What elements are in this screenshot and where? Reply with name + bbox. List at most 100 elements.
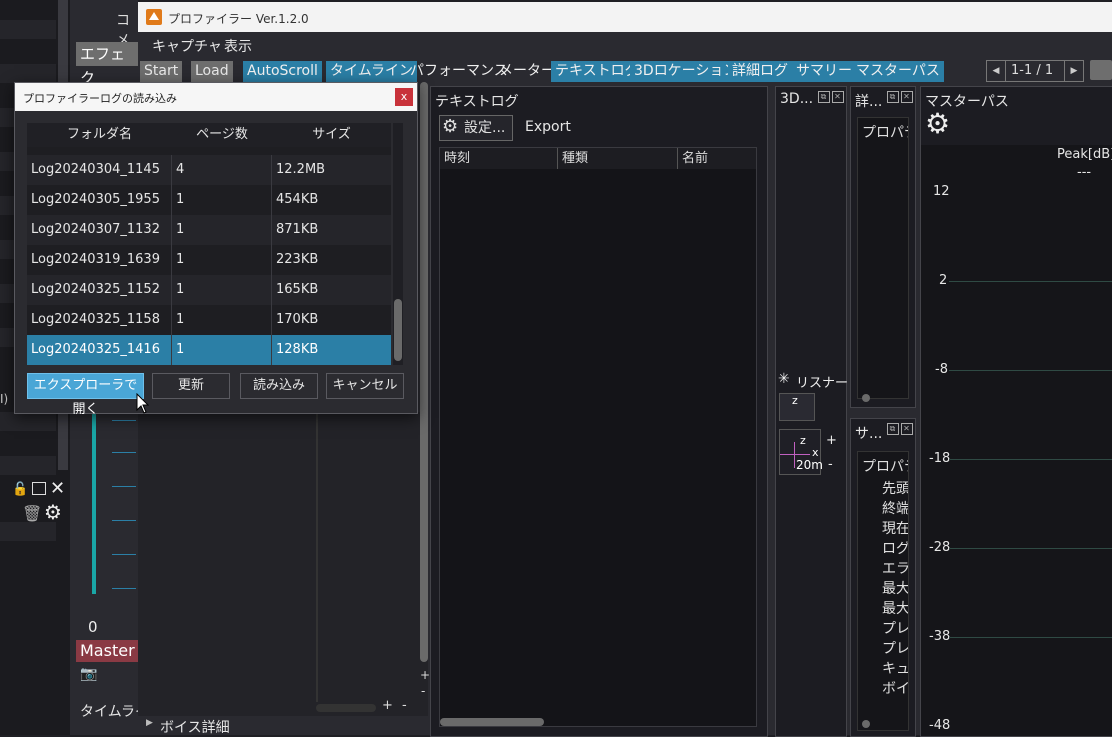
tab-summary[interactable]: サマリー (792, 61, 856, 82)
y-tick: -48 (929, 718, 951, 733)
meter-tick (112, 486, 136, 487)
partial-row (27, 147, 391, 155)
toolbar-extra-button[interactable] (1090, 60, 1112, 80)
scale-label: 20m (796, 458, 823, 472)
load-button[interactable]: 読み込み (240, 373, 318, 399)
tab-load[interactable]: Load (191, 61, 233, 82)
table-row[interactable]: Log20240304_1145 4 12.2MB (27, 155, 391, 185)
summary-hscroll[interactable] (862, 720, 870, 728)
meter-tick (112, 554, 136, 555)
dialog-close-button[interactable]: x (395, 88, 413, 106)
pager-next-icon[interactable]: ▶ (1064, 61, 1083, 81)
window-title: プロファイラー Ver.1.2.0 (168, 12, 309, 26)
panel-buttons[interactable]: ⧉ ✕ (885, 91, 913, 103)
textlog-export-button[interactable]: Export (525, 119, 571, 135)
close-icon[interactable]: ✕ (832, 91, 844, 103)
popout-icon[interactable]: ⧉ (887, 423, 899, 435)
tab-start[interactable]: Start (140, 61, 183, 82)
popout-icon[interactable]: ⧉ (818, 91, 830, 103)
timeline-zoom-out[interactable]: - (402, 698, 407, 713)
summary-row: 最大 (882, 601, 908, 617)
textlog-settings-button[interactable]: ⚙ 設定... (439, 115, 513, 141)
table-row[interactable]: Log20240319_1639 1 223KB (27, 245, 391, 275)
tab-meter[interactable]: メーター (495, 61, 559, 82)
y-tick: 12 (933, 184, 950, 199)
y-tick: -38 (929, 629, 951, 644)
tab-detail-log[interactable]: 詳細ログ (728, 61, 792, 82)
tab-textlog[interactable]: テキストログ (551, 61, 643, 82)
gear-icon[interactable]: ⚙ (925, 107, 950, 140)
panel-buttons[interactable]: ⧉ ✕ (816, 91, 844, 103)
settings-label: 設定... (464, 120, 506, 136)
pager-prev-icon[interactable]: ◀ (987, 61, 1006, 81)
tab-autoscroll[interactable]: AutoScroll (243, 61, 322, 82)
zoom-out-button[interactable]: - (828, 457, 833, 472)
size-cell: 170KB (276, 312, 319, 327)
side-view[interactable]: z x 20m (779, 429, 823, 475)
column-folder[interactable]: フォルダ名 (27, 123, 173, 147)
table-row-selected[interactable]: Log20240325_1416 1 128KB (27, 335, 391, 365)
expand-icon[interactable]: ▶ (146, 718, 153, 728)
meter-bar (92, 410, 96, 594)
textlog-hscroll[interactable] (440, 718, 756, 726)
table-row[interactable]: Log20240325_1152 1 165KB (27, 275, 391, 305)
voice-detail-header[interactable]: ▶ ボイス詳細 (138, 716, 428, 736)
axis-line (794, 442, 795, 468)
close-icon[interactable]: ✕ (901, 91, 913, 103)
table-row[interactable]: Log20240325_1158 1 170KB (27, 305, 391, 335)
tab-timeline[interactable]: タイムライン (326, 61, 418, 82)
panel-buttons[interactable]: ⧉ ✕ (885, 423, 913, 435)
timeline-vscroll[interactable] (420, 82, 428, 662)
top-view[interactable]: z (779, 393, 815, 421)
cancel-button[interactable]: キャンセル (326, 373, 404, 399)
meter-tick (112, 452, 136, 453)
refresh-button[interactable]: 更新 (152, 373, 230, 399)
column-name[interactable]: 名前 (678, 148, 756, 169)
close-icon[interactable]: ✕ (901, 423, 913, 435)
dialog-vscroll[interactable] (393, 123, 403, 365)
gear-icon[interactable]: ⚙ (44, 500, 62, 524)
popout-icon[interactable]: ⧉ (887, 91, 899, 103)
copy-icon[interactable] (32, 482, 46, 495)
menu-view[interactable]: 表示 (224, 36, 252, 56)
size-cell: 165KB (276, 282, 319, 297)
summary-row: ボイ (882, 681, 908, 697)
camera-icon[interactable]: 📷 (80, 666, 97, 682)
detail-property-label: プロパテ (862, 125, 908, 141)
timeline-label[interactable]: タイムライ (76, 700, 138, 724)
vzoom-in[interactable]: + (420, 668, 430, 682)
open-explorer-button[interactable]: エクスプローラで開く (27, 373, 144, 417)
zoom-in-button[interactable]: + (826, 433, 837, 448)
column-type[interactable]: 種類 (558, 148, 678, 169)
size-cell: 12.2MB (276, 162, 326, 177)
voice-detail-label: ボイス詳細 (160, 720, 230, 736)
table-row[interactable]: Log20240307_1132 1 871KB (27, 215, 391, 245)
sun-icon: ✳ (778, 371, 790, 387)
lock-icon[interactable]: 🔓 (12, 482, 28, 497)
close-icon[interactable]: ✕ (50, 478, 65, 499)
tab-3d-location[interactable]: 3Dロケーション (630, 61, 742, 82)
tab-master-path[interactable]: マスターパス (852, 61, 944, 82)
trash-icon[interactable]: 🗑 (22, 504, 42, 523)
column-pages[interactable]: ページ数 (172, 123, 273, 147)
vzoom-out[interactable]: - (421, 684, 425, 698)
mouse-cursor-icon (136, 393, 150, 414)
master-label[interactable]: Master (76, 640, 138, 662)
summary-row: 最大 (882, 581, 908, 597)
master-meter-plot: Peak[dB] --- 12 2 -8 -18 -28 -38 -48 (921, 145, 1112, 736)
table-row[interactable]: Log20240305_1955 1 454KB (27, 185, 391, 215)
dialog-vscroll-thumb[interactable] (394, 299, 402, 361)
column-time[interactable]: 時刻 (440, 148, 558, 169)
pages-cell: 1 (172, 275, 272, 305)
detail-hscroll[interactable] (862, 394, 870, 402)
folder-cell: Log20240319_1639 (27, 245, 172, 275)
textlog-hscroll-thumb[interactable] (440, 718, 544, 726)
column-size[interactable]: サイズ (272, 123, 391, 147)
pages-cell: 1 (172, 305, 272, 335)
summary-row: 現在 (882, 521, 908, 537)
timeline-zoom-in[interactable]: + (382, 698, 393, 713)
y-tick: 2 (939, 273, 948, 288)
effect-label[interactable]: エフェク (76, 42, 138, 87)
menu-capture[interactable]: キャプチャ (152, 36, 222, 56)
timeline-hscroll[interactable] (316, 704, 376, 712)
